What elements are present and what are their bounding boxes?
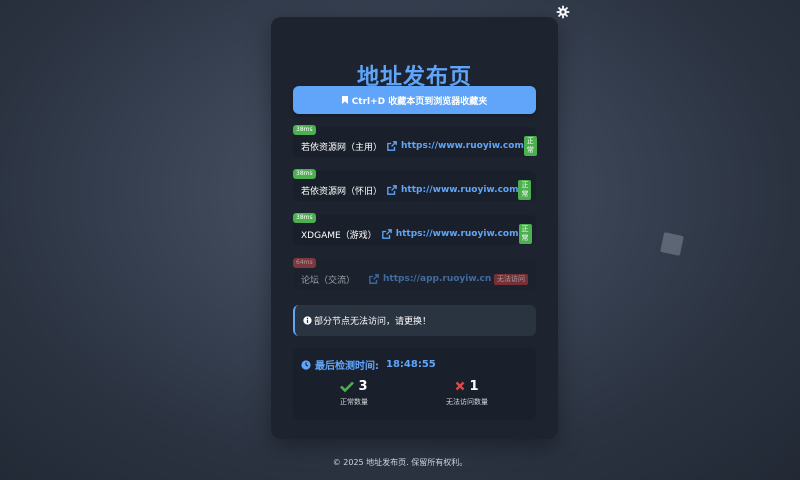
decorative-square (660, 232, 684, 256)
status-badge: 无法访问 (494, 273, 528, 285)
status-badge: 正常 (523, 136, 537, 156)
stats-panel: 最后检测时间: 18:48:55 3 正常数量 1 无法访问数量 (293, 348, 536, 420)
last-check-time: 18:48:55 (386, 359, 436, 370)
site-url-link[interactable]: https://www.ruoyiw.com (401, 141, 524, 151)
main-card: 地址发布页 Ctrl+D 收藏本页到浏览器收藏夹 38ms 若依资源网（主用） … (271, 17, 558, 439)
ok-count-label: 正常数量 (340, 398, 368, 406)
site-url-link[interactable]: https://www.ruoyiw.com (396, 229, 519, 239)
link-row[interactable]: 38ms 若依资源网（主用） https://www.ruoyiw.com 正常 (293, 125, 537, 157)
notice-text: 部分节点无法访问，请更换！ (314, 317, 432, 327)
status-badge: 正常 (518, 180, 532, 200)
site-url-link[interactable]: http://www.ruoyiw.com (401, 185, 518, 195)
last-check: 最后检测时间: 18:48:55 (301, 357, 436, 372)
gear-icon[interactable] (556, 5, 570, 19)
site-name: 若依资源网（怀旧） (301, 186, 383, 197)
link-row[interactable]: 64ms 论坛（交流） https://app.ruoyiw.cn 无法访问 (293, 258, 536, 290)
site-name: 论坛（交流） (301, 275, 356, 286)
status-badge: 正常 (518, 224, 532, 244)
latency-badge: 38ms (293, 213, 316, 223)
external-link-icon (387, 185, 397, 195)
notice-banner: 部分节点无法访问，请更换！ (293, 305, 536, 336)
ok-count: 3 (358, 378, 368, 394)
bookmark-button[interactable]: Ctrl+D 收藏本页到浏览器收藏夹 (293, 86, 536, 114)
clock-icon (301, 359, 311, 370)
latency-badge: 38ms (293, 125, 316, 135)
external-link-icon (369, 274, 379, 284)
bad-count: 1 (469, 378, 479, 394)
check-icon (340, 381, 355, 392)
bad-count-stat: 1 无法访问数量 (417, 378, 517, 407)
link-row[interactable]: 38ms XDGAME（游戏） https://www.ruoyiw.com 正… (293, 213, 536, 245)
site-name: 若依资源网（主用） (301, 142, 383, 153)
site-url-link[interactable]: https://app.ruoyiw.cn (383, 274, 491, 284)
ok-count-stat: 3 正常数量 (304, 378, 404, 407)
bad-count-label: 无法访问数量 (446, 398, 488, 406)
external-link-icon (381, 229, 392, 239)
site-name: XDGAME（游戏） (301, 230, 377, 241)
footer-text: © 2025 地址发布页. 保留所有权利。 (332, 458, 468, 467)
latency-badge: 64ms (293, 258, 316, 268)
cross-icon (456, 381, 465, 391)
last-check-label: 最后检测时间: (315, 361, 379, 372)
bookmark-button-label: Ctrl+D 收藏本页到浏览器收藏夹 (351, 96, 488, 107)
external-link-icon (387, 141, 397, 151)
link-row[interactable]: 38ms 若依资源网（怀旧） http://www.ruoyiw.com 正常 (293, 169, 536, 201)
latency-badge: 38ms (293, 169, 316, 179)
info-icon (303, 316, 312, 325)
bookmark-icon (341, 96, 348, 104)
